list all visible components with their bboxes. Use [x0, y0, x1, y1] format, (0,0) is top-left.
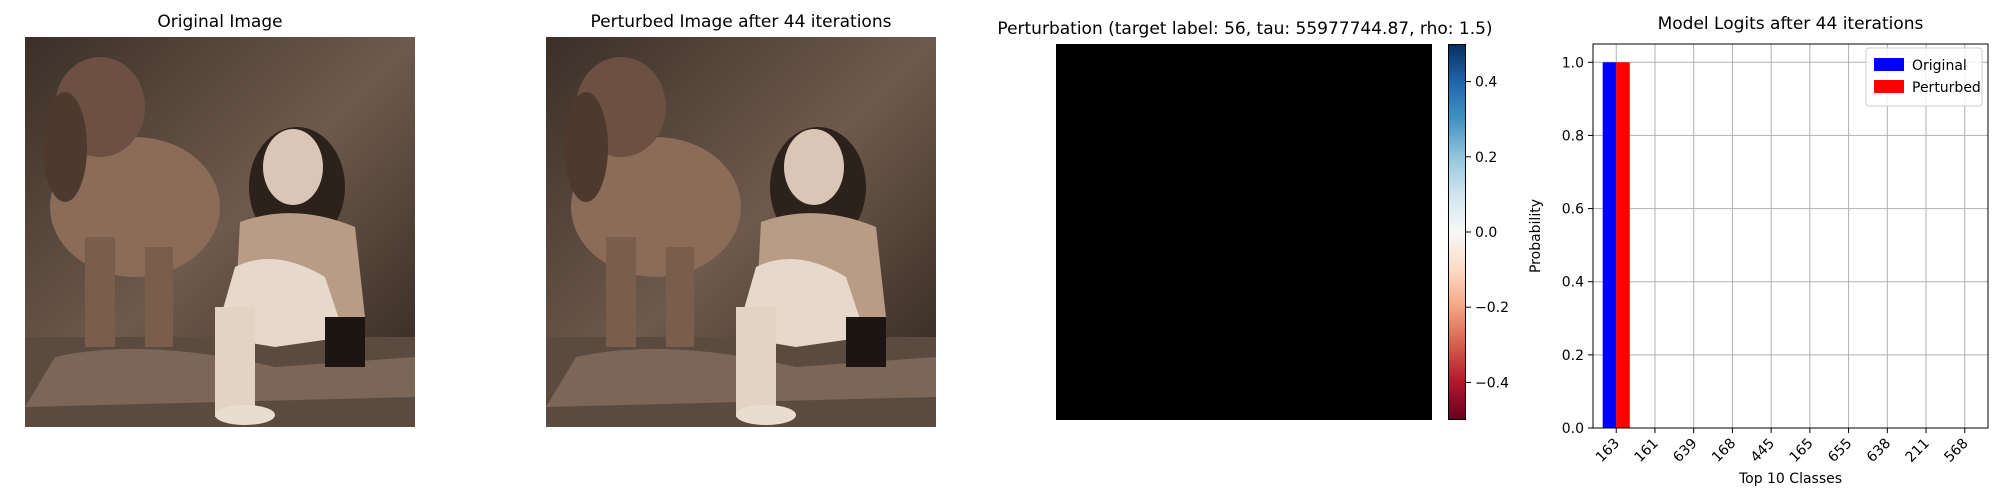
x-axis-label: Top 10 Classes	[1738, 471, 1842, 487]
y-tick-label-4: 0.8	[1562, 128, 1584, 144]
y-tick-label-0: 0.0	[1562, 421, 1584, 437]
x-tick-label-639: 639	[1670, 436, 1700, 466]
x-tick-label-568: 568	[1941, 436, 1971, 466]
x-tick-label-211: 211	[1903, 436, 1933, 466]
x-tick-label-161: 161	[1632, 436, 1662, 466]
bar-original-163	[1602, 62, 1617, 429]
x-tick-label-168: 168	[1709, 436, 1739, 466]
x-tick-label-638: 638	[1864, 436, 1894, 466]
y-tick-label-2: 0.4	[1562, 275, 1584, 291]
x-tick-label-165: 165	[1786, 436, 1816, 466]
chart-title: Model Logits after 44 iterations	[1658, 14, 1924, 34]
y-tick-label-1: 0.2	[1562, 348, 1584, 364]
legend-label-0: Original	[1912, 58, 1967, 74]
legend-swatch-1	[1874, 80, 1904, 93]
legend-swatch-0	[1874, 58, 1904, 71]
y-tick-label-3: 0.6	[1562, 202, 1584, 218]
y-tick-label-5: 1.0	[1562, 55, 1584, 71]
legend-label-1: Perturbed	[1912, 80, 1981, 96]
y-axis-label: Probability	[1528, 199, 1544, 273]
x-tick-label-655: 655	[1825, 436, 1855, 466]
x-tick-label-163: 163	[1593, 436, 1623, 466]
bar-perturbed-163	[1616, 62, 1630, 429]
logits-chart: Model Logits after 44 iterations 0.0 0.2 0.…	[1528, 14, 1989, 487]
x-tick-label-445: 445	[1748, 436, 1778, 466]
legend-box	[1865, 47, 1983, 107]
